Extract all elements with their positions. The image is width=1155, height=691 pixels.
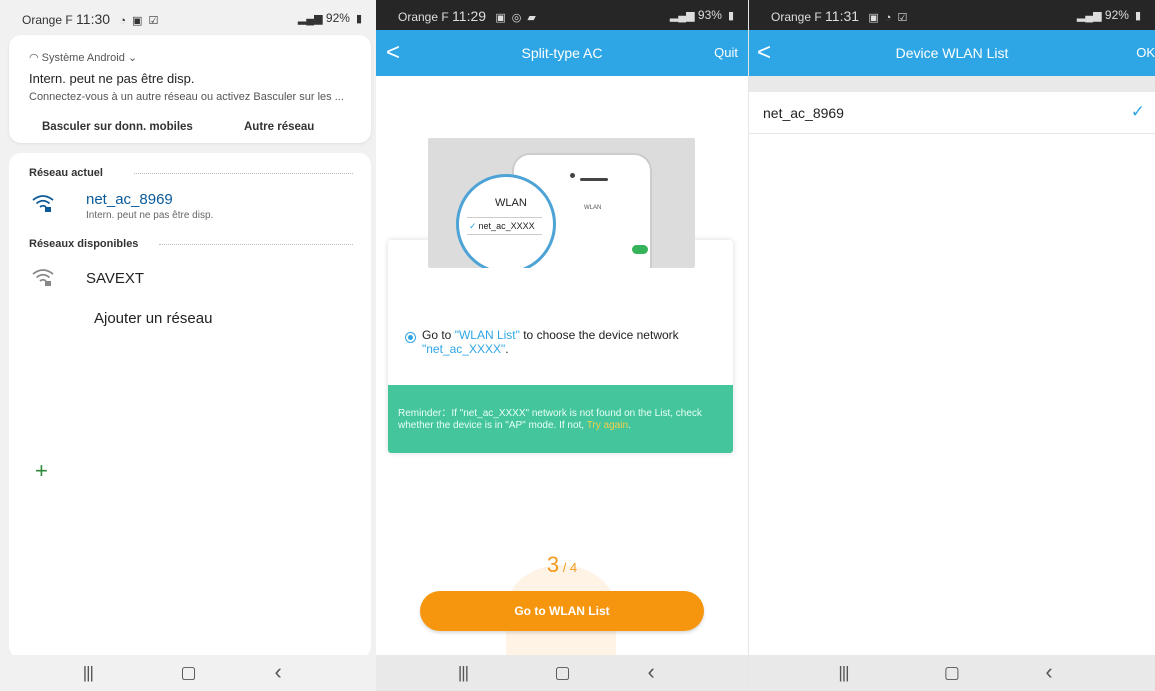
instruction-text: Go to "WLAN List" to choose the device n… (422, 328, 679, 356)
clock: 11:31 (825, 8, 860, 24)
try-again-link[interactable]: Try again (587, 420, 628, 431)
recent-apps-icon[interactable]: ||| (838, 663, 849, 683)
ok-button[interactable]: OK (1136, 45, 1155, 60)
network-name: net_ac_8969 (763, 105, 844, 121)
signal-icon: ▂▄▆ (1076, 10, 1102, 22)
check-icon: ✓ (1130, 102, 1145, 121)
status-bar: Orange F 11:30 ◔ ▣ ☑ ▂▄▆ 92% ▮ (0, 0, 376, 34)
go-to-wlan-list-button[interactable]: Go to WLAN List (420, 591, 704, 631)
toggle-icon (632, 245, 648, 254)
divider (134, 173, 353, 174)
page-title: Device WLAN List (895, 45, 1009, 61)
recent-apps-icon[interactable]: ||| (83, 663, 94, 683)
status-bar: Orange F 11:31 ▣ ◔ ☑ ▂▄▆ 92% ▮ (749, 0, 1155, 30)
magnified-wlan-label: WLAN (495, 197, 527, 209)
home-icon[interactable]: ▢ (555, 663, 571, 683)
divider (159, 244, 353, 245)
carrier-label: Orange F (22, 13, 73, 27)
circle-status-icon: ◎ (511, 12, 522, 24)
check-icon: ✓ (469, 221, 477, 231)
network-name-highlight: "net_ac_XXXX" (422, 342, 506, 356)
carrier-label: Orange F (398, 10, 449, 24)
app-header: < Device WLAN List OK (749, 30, 1155, 76)
available-networks-heading: Réseaux disponibles (29, 238, 139, 250)
gallery-status-icon: ▣ (495, 12, 506, 24)
signal-icon: ▂▄▆ (297, 13, 323, 25)
battery-icon: ▮ (727, 10, 734, 22)
gallery-status-icon: ▣ (868, 12, 879, 24)
wifi-lock-icon (32, 195, 54, 212)
magnifier-icon: WLAN ✓ net_ac_XXXX (456, 174, 556, 268)
battery-level: 93% (697, 8, 722, 22)
check-status-icon: ☑ (897, 12, 908, 24)
wlan-list-link[interactable]: "WLAN List" (455, 328, 520, 342)
reminder-text: Reminder：If "net_ac_XXXX" network is not… (398, 408, 702, 431)
device-wlan-list-panel: Orange F 11:31 ▣ ◔ ☑ ▂▄▆ 92% ▮ < Device WLA… (748, 0, 1155, 691)
notification-card[interactable]: ◠ Système Android ⌄ Intern. peut ne pas … (9, 35, 371, 143)
radio-selected-icon (405, 332, 416, 343)
plus-icon: + (35, 458, 48, 483)
wifi-status-icon: ◔ (119, 15, 127, 27)
page-title: Split-type AC (521, 45, 603, 61)
available-network-name: SAVEXT (86, 270, 145, 287)
list-item[interactable]: net_ac_8969 ✓ (749, 92, 1155, 134)
battery-icon: ▮ (1134, 10, 1141, 22)
wifi-status-icon: ◔ (884, 12, 892, 24)
android-wifi-panel: Orange F 11:30 ◔ ▣ ☑ ▂▄▆ 92% ▮ ◠ Système An… (0, 0, 376, 691)
step-indicator: 3 / 4 (546, 552, 578, 577)
wifi-list-card: Réseau actuel net_ac_8969 Intern. peut n… (9, 153, 371, 658)
system-navigation-bar: ||| ▢ ‹ (0, 655, 376, 691)
signal-icon: ▂▄▆ (669, 10, 695, 22)
recent-apps-icon[interactable]: ||| (458, 663, 469, 683)
reminder-banner: Reminder：If "net_ac_XXXX" network is not… (388, 385, 733, 453)
back-icon[interactable]: ‹ (1045, 659, 1052, 685)
current-network-name: net_ac_8969 (86, 191, 173, 208)
ac-setup-panel: Orange F 11:29 ▣ ◎ ▰ ▂▄▆ 93% ▮ < Split-type… (376, 0, 748, 691)
notification-source: Système Android (41, 52, 125, 64)
list-header-strip (749, 76, 1155, 92)
wlan-illustration: WLAN WLAN ✓ net_ac_XXXX (428, 138, 695, 268)
home-icon[interactable]: ▢ (944, 663, 960, 683)
back-icon[interactable]: ‹ (274, 659, 281, 685)
system-navigation-bar: ||| ▢ ‹ (749, 655, 1155, 691)
battery-icon: ▮ (355, 13, 362, 25)
other-network-button[interactable]: Autre réseau (244, 121, 314, 133)
quit-button[interactable]: Quit (714, 45, 738, 60)
current-network-status: Intern. peut ne pas être disp. (86, 210, 214, 221)
chat-status-icon: ▰ (527, 12, 536, 24)
back-icon[interactable]: ‹ (648, 659, 655, 685)
magnified-network-label: net_ac_XXXX (478, 221, 535, 231)
notification-body: Connectez-vous à un autre réseau ou acti… (29, 91, 344, 103)
system-navigation-bar: ||| ▢ ‹ (376, 655, 748, 691)
battery-level: 92% (1104, 8, 1129, 22)
chevron-down-icon[interactable]: ⌄ (128, 52, 137, 64)
wifi-small-icon: ◠ (29, 52, 39, 64)
wifi-lock-icon (32, 269, 54, 286)
clock: 11:29 (452, 8, 487, 24)
notification-title: Intern. peut ne pas être disp. (29, 71, 195, 86)
status-bar: Orange F 11:29 ▣ ◎ ▰ ▂▄▆ 93% ▮ (376, 0, 748, 30)
app-header: < Split-type AC Quit (376, 30, 748, 76)
gallery-status-icon: ▣ (132, 15, 143, 27)
instruction-card: Go to "WLAN List" to choose the device n… (388, 240, 733, 453)
phone-wlan-label: WLAN (584, 205, 602, 211)
clock: 11:30 (76, 11, 111, 27)
check-status-icon: ☑ (148, 15, 159, 27)
add-network-label: Ajouter un réseau (94, 310, 213, 327)
carrier-label: Orange F (771, 10, 822, 24)
current-network-heading: Réseau actuel (29, 167, 103, 179)
home-icon[interactable]: ▢ (180, 663, 196, 683)
switch-mobile-data-button[interactable]: Basculer sur donn. mobiles (42, 121, 193, 133)
battery-level: 92% (325, 11, 350, 25)
